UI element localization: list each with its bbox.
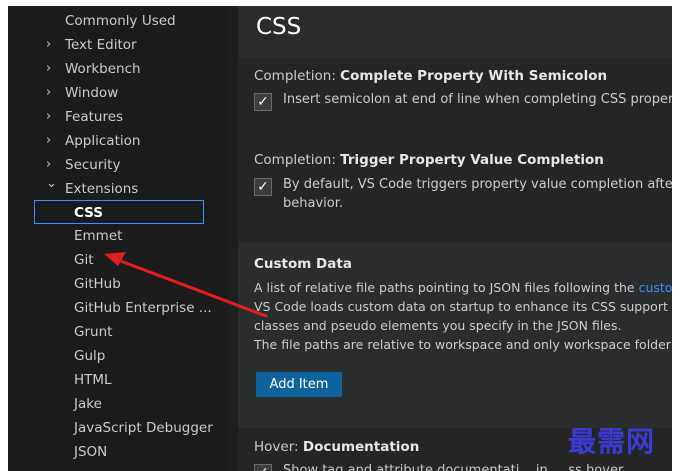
watermark: 最需网 bbox=[568, 425, 656, 458]
annotation-arrow bbox=[104, 252, 268, 318]
